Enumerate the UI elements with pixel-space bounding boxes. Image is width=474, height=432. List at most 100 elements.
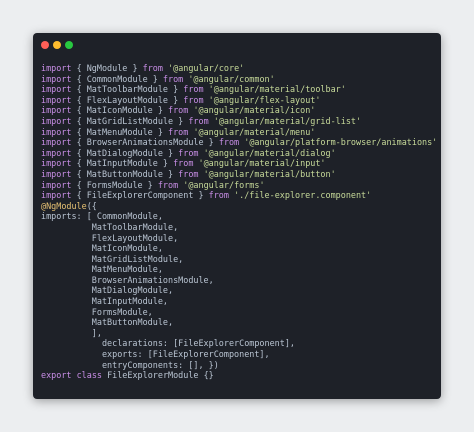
code-token: from [162,73,184,84]
code-token: from [178,168,199,179]
code-token: '@angular/forms' [183,179,265,190]
code-token: FileExplorerModule {} [101,370,214,381]
code-block: import { NgModule } from '@angular/core'… [41,63,437,381]
code-token: from [142,63,163,73]
code-token: class [76,370,102,381]
code-line: import { MatToolbarModule } from '@angul… [41,84,437,95]
code-token: MatInputModule, [41,296,168,307]
code-token: from [183,94,204,105]
code-line: export class FileExplorerModule {} [41,370,437,381]
code-line: import { BrowserAnimationsModule } from … [41,137,437,148]
code-token: { MatButtonModule } [71,168,179,179]
code-token: { FileExplorerComponent } [71,190,209,201]
code-token: ({ [86,200,97,211]
code-token: '@angular/flex-layout' [208,94,321,105]
code-line: ], [41,328,437,339]
code-token: MatButtonModule, [41,317,174,328]
code-token: import [41,147,72,158]
code-token: from [188,115,209,126]
code-token: @NgModule [41,200,87,211]
code-line: import { CommonModule } from '@angular/c… [41,74,437,85]
code-line: MatMenuModule, [41,264,437,275]
code-line: import { MatInputModule } from '@angular… [41,158,437,169]
code-token: import [41,73,72,84]
code-token: from [178,147,199,158]
code-line: @NgModule({ [41,201,437,212]
code-token: entryComponents: [], }) [41,359,219,370]
code-token: imports: [ CommonModule, [41,211,163,222]
minimize-dot-icon[interactable] [53,41,61,49]
code-token: FormsModule, [41,306,153,317]
code-token: '@angular/material/toolbar' [208,84,346,95]
code-token: MatDialogModule, [41,285,174,296]
code-token: { BrowserAnimationsModule } [71,137,219,148]
code-window: import { NgModule } from '@angular/core'… [33,33,441,399]
maximize-dot-icon[interactable] [65,41,73,49]
code-line: import { MatMenuModule } from '@angular/… [41,127,437,138]
code-token: import [41,179,72,190]
code-token: '@angular/common' [188,73,275,84]
code-token: { MatInputModule } [71,158,174,169]
code-token: import [41,190,72,201]
code-token: { MatDialogModule } [71,147,179,158]
code-line: import { MatIconModule } from '@angular/… [41,105,437,116]
code-token: import [41,126,72,137]
code-token: '@angular/material/menu' [193,126,316,137]
code-token: MatMenuModule, [41,264,163,275]
window-controls [41,41,73,49]
code-line: BrowserAnimationsModule, [41,275,437,286]
close-dot-icon[interactable] [41,41,49,49]
code-token: { FormsModule } [71,179,158,190]
code-line: MatInputModule, [41,296,437,307]
code-token: '@angular/platform-browser/animations' [244,137,438,148]
code-token: { CommonModule } [71,73,163,84]
code-line: FormsModule, [41,307,437,318]
code-token: from [173,158,194,169]
code-line: MatToolbarModule, [41,222,437,233]
code-line: import { MatDialogModule } from '@angula… [41,148,437,159]
code-token: export [41,370,72,381]
code-token: MatIconModule, [41,243,163,254]
code-token: import [41,84,72,95]
code-line: declarations: [FileExplorerComponent], [41,338,437,349]
code-token: { MatToolbarModule } [71,84,184,95]
code-token: BrowserAnimationsModule, [41,274,214,285]
code-line: exports: [FileExplorerComponent], [41,349,437,360]
code-token: { NgModule } [71,63,143,73]
code-token: '@angular/material/grid-list' [213,115,362,126]
code-line: entryComponents: [], }) [41,360,437,371]
code-token: { MatIconModule } [71,105,169,116]
code-line: imports: [ CommonModule, [41,211,437,222]
code-token: declarations: [FileExplorerComponent], [41,338,295,349]
code-token: from [183,84,204,95]
code-token: './file-explorer.component' [234,190,372,201]
code-token: import [41,137,72,148]
code-token: MatGridListModule, [41,253,184,264]
code-line: import { FileExplorerComponent } from '.… [41,190,437,201]
code-token: '@angular/material/dialog' [203,147,336,158]
code-token: import [41,94,72,105]
code-token: '@angular/material/input' [198,158,326,169]
code-token: from [168,126,189,137]
code-token: from [168,105,189,116]
code-token: '@angular/material/icon' [193,105,316,116]
code-token: { FlexLayoutModule } [71,94,184,105]
code-line: import { MatGridListModule } from '@angu… [41,116,437,127]
code-token: from [157,179,179,190]
code-token: import [41,158,72,169]
code-line: import { FormsModule } from '@angular/fo… [41,180,437,191]
code-token: import [41,105,72,116]
code-token: import [41,115,72,126]
code-token: { MatMenuModule } [71,126,169,137]
code-line: MatGridListModule, [41,254,437,265]
code-token: FlexLayoutModule, [41,232,179,243]
code-line: FlexLayoutModule, [41,233,437,244]
code-token: '@angular/material/button' [203,168,336,179]
code-token: from [218,137,240,148]
code-token: import [41,168,72,179]
code-line: MatIconModule, [41,243,437,254]
code-token: ], [41,327,102,338]
code-line: import { MatButtonModule } from '@angula… [41,169,437,180]
code-token: from [208,190,229,201]
code-token: MatToolbarModule, [41,221,179,232]
